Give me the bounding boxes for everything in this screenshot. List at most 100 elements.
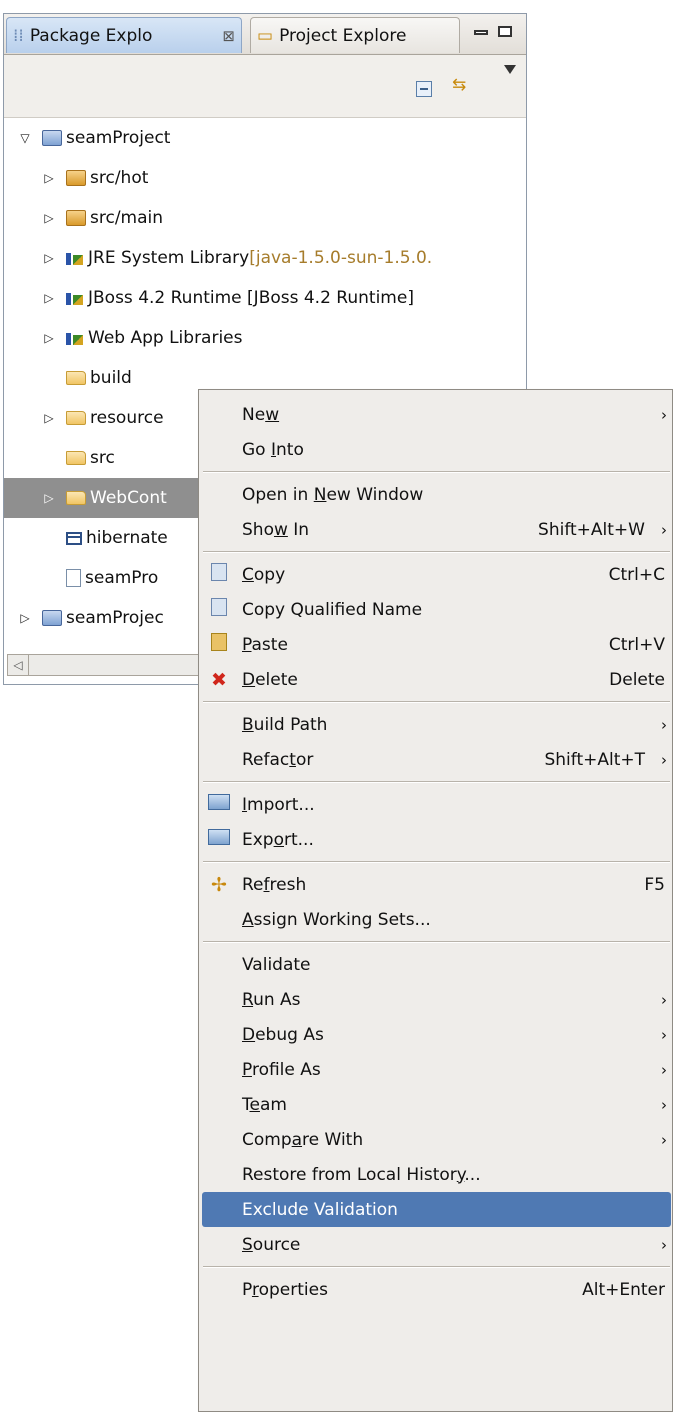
tree-item-label: WebCont (90, 488, 167, 508)
menu-item-label: New (242, 405, 279, 425)
menu-item-label: Properties (242, 1280, 328, 1300)
menu-label-text: Exp (242, 829, 274, 850)
menu-shortcut: Alt+Enter (582, 1279, 665, 1300)
menu-item-profile-as[interactable]: Profile As › (202, 1052, 671, 1087)
menu-item-label: Export... (242, 830, 314, 850)
menu-label-text: Copy Qualified Name (242, 599, 423, 620)
menu-mnemonic: D (242, 1024, 256, 1045)
menu-item-copy[interactable]: Copy Ctrl+C (202, 557, 671, 592)
expand-arrow-icon[interactable]: ▷ (42, 331, 56, 345)
menu-item-open-in-new-window[interactable]: Open in New Window (202, 477, 671, 512)
expand-arrow-icon[interactable]: ▷ (42, 251, 56, 265)
minimize-icon[interactable] (474, 30, 488, 35)
menu-item-run-as[interactable]: Run As › (202, 982, 671, 1017)
menu-label-text: Re (242, 874, 264, 895)
menu-mnemonic: r (251, 1279, 259, 1300)
menu-item-compare-with[interactable]: Compare With › (202, 1122, 671, 1157)
menu-label-text: am (259, 1094, 287, 1115)
paste-icon (208, 633, 230, 656)
menu-item-label: Assign Working Sets... (242, 910, 431, 930)
menu-item-label: Source (242, 1235, 300, 1255)
menu-item-label: Show In (242, 520, 309, 540)
menu-label-text: Refac (242, 749, 290, 770)
scroll-left-icon[interactable]: ◁ (8, 655, 29, 675)
menu-item-import[interactable]: Import... (202, 787, 671, 822)
menu-item-properties[interactable]: Properties Alt+Enter (202, 1272, 671, 1307)
expand-arrow-icon[interactable]: ▷ (42, 291, 56, 305)
menu-label-text: ebug As (255, 1024, 324, 1045)
expand-arrow-icon[interactable]: ▷ (42, 491, 56, 505)
menu-item-copy-qualified-name[interactable]: Copy Qualified Name (202, 592, 671, 627)
tree-item[interactable]: ▷ src/main (4, 198, 526, 238)
menu-mnemonic: w (265, 404, 280, 425)
submenu-arrow-icon: › (661, 990, 667, 1009)
menu-item-exclude-validation[interactable]: Exclude Validation (202, 1192, 671, 1227)
menu-item-export[interactable]: Export... (202, 822, 671, 857)
maximize-icon[interactable] (498, 26, 512, 37)
menu-label-text: opy (253, 564, 286, 585)
menu-label-text: or (295, 749, 314, 770)
menu-label-text: Comp (242, 1129, 292, 1150)
menu-separator (203, 551, 670, 553)
tree-item-label: seamProject (66, 128, 171, 148)
menu-label-text: ... (464, 1164, 481, 1185)
tree-item-label: resource (90, 408, 164, 428)
tree-item[interactable]: ▷ JBoss 4.2 Runtime [JBoss 4.2 Runtime] (4, 278, 526, 318)
menu-item-refactor[interactable]: Refactor Shift+Alt+T › (202, 742, 671, 777)
export-icon (208, 829, 230, 850)
close-icon[interactable]: ⊠ (222, 27, 235, 45)
tree-item-label: JBoss 4.2 Runtime [JBoss 4.2 Runtime] (88, 288, 414, 308)
menu-item-debug-as[interactable]: Debug As › (202, 1017, 671, 1052)
import-icon (208, 794, 230, 815)
menu-mnemonic: o (273, 829, 284, 850)
menu-item-delete[interactable]: ✖ Delete Delete (202, 662, 671, 697)
menu-item-label: Run As (242, 990, 301, 1010)
view-menu-icon[interactable] (504, 65, 516, 74)
tree-item[interactable]: ▷ JRE System Library [java-1.5.0-sun-1.5.… (4, 238, 526, 278)
menu-mnemonic: B (242, 714, 254, 735)
menu-item-validate[interactable]: Validate (202, 947, 671, 982)
menu-item-restore-from-local-history[interactable]: Restore from Local History... (202, 1157, 671, 1192)
project-explorer-icon: ▭ (257, 25, 274, 46)
menu-label-text: uild Path (253, 714, 328, 735)
tree-item[interactable]: ▽ seamProject (4, 118, 526, 158)
menu-item-label: Open in New Window (242, 485, 423, 505)
expand-arrow-icon[interactable]: ▷ (42, 211, 56, 225)
menu-mnemonic: a (291, 1129, 303, 1150)
menu-separator (203, 701, 670, 703)
menu-item-label: Import... (242, 795, 315, 815)
menu-item-show-in[interactable]: Show In Shift+Alt+W › (202, 512, 671, 547)
folder-icon (66, 411, 86, 425)
menu-label-text: Go (242, 439, 271, 460)
tab-package-explorer[interactable]: ⁞⁞ Package Explo ⊠ (6, 17, 242, 53)
expand-arrow-icon[interactable]: ▷ (42, 411, 56, 425)
copy-qualified-icon (208, 598, 230, 621)
collapse-all-icon[interactable] (416, 81, 432, 97)
menu-mnemonic: C (242, 564, 254, 585)
collapse-arrow-icon[interactable]: ▽ (18, 131, 32, 145)
tab-project-explorer[interactable]: ▭ Project Explore (250, 17, 460, 53)
menu-item-team[interactable]: Team › (202, 1087, 671, 1122)
menu-item-assign-working-sets[interactable]: Assign Working Sets... (202, 902, 671, 937)
link-with-editor-icon[interactable]: ⇆ (452, 75, 466, 95)
menu-label-text: rofile As (251, 1059, 321, 1080)
menu-item-label: Debug As (242, 1025, 324, 1045)
menu-mnemonic: P (242, 634, 252, 655)
menu-separator (203, 861, 670, 863)
tree-item[interactable]: ▷ Web App Libraries (4, 318, 526, 358)
menu-item-new[interactable]: New › (202, 397, 671, 432)
file-icon (66, 569, 81, 587)
expand-arrow-icon[interactable]: ▷ (42, 171, 56, 185)
expand-arrow-icon[interactable]: ▷ (18, 611, 32, 625)
tree-item[interactable]: ▷ src/hot (4, 158, 526, 198)
menu-item-go-into[interactable]: Go Into (202, 432, 671, 467)
menu-item-refresh[interactable]: ✢ Refresh F5 (202, 867, 671, 902)
menu-item-source[interactable]: Source › (202, 1227, 671, 1262)
menu-item-paste[interactable]: Paste Ctrl+V (202, 627, 671, 662)
tree-item-label: seamProjec (66, 608, 164, 628)
menu-label-text: ew Window (326, 484, 424, 505)
menu-item-build-path[interactable]: Build Path › (202, 707, 671, 742)
package-explorer-icon: ⁞⁞ (13, 25, 24, 46)
menu-mnemonic: t (289, 749, 296, 770)
menu-label-text: T (242, 1094, 250, 1115)
